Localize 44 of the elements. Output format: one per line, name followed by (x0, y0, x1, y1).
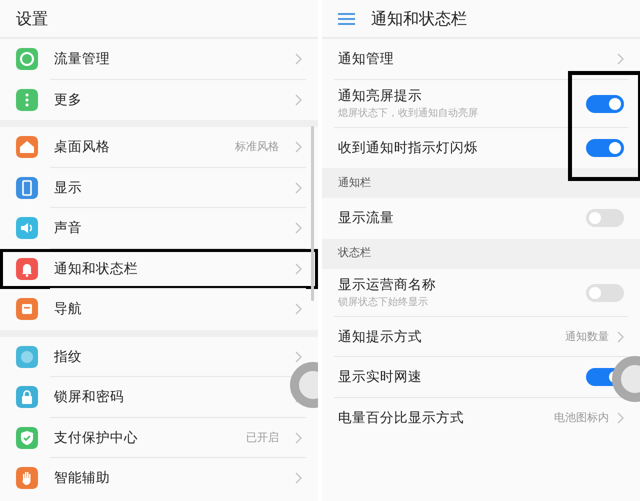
setting-row[interactable]: 收到通知时指示灯闪烁 (322, 128, 640, 168)
chevron-icon (295, 472, 302, 484)
chevron-icon (617, 330, 624, 343)
chevron-icon (295, 262, 302, 275)
chevron-icon (295, 182, 302, 194)
setting-row[interactable]: 通知亮屏提示 熄屏状态下，收到通知自动亮屏 (322, 80, 640, 128)
settings-item[interactable]: 声音 (0, 208, 318, 248)
chevron-icon (295, 432, 302, 444)
menu-icon[interactable] (338, 12, 355, 24)
row-subtitle: 锁屏状态下始终显示 (338, 296, 429, 310)
row-value: 电池图标内 (554, 410, 609, 426)
setting-row[interactable]: 显示流量 (322, 198, 640, 238)
chevron-icon (617, 53, 624, 66)
chevron-icon (295, 141, 302, 154)
settings-item[interactable]: 流量管理 (0, 39, 318, 80)
row-subtitle: 熄屏状态下，收到通知自动亮屏 (338, 106, 479, 122)
chevron-icon (295, 303, 302, 316)
settings-item[interactable]: 智能辅助 (0, 458, 318, 498)
setting-row[interactable]: 通知管理 (322, 39, 640, 80)
screen-title: 设置 (16, 8, 48, 30)
settings-item[interactable]: 显示 (0, 168, 318, 208)
chevron-icon (617, 412, 624, 424)
settings-item[interactable]: 桌面风格 标准风格 (0, 127, 318, 168)
item-value: 已开启 (246, 430, 279, 446)
toggle-switch[interactable] (586, 94, 624, 112)
settings-item[interactable]: 支付保护中心 已开启 (0, 418, 318, 458)
settings-item[interactable]: 更多 (0, 80, 318, 120)
toggle-switch[interactable] (586, 209, 624, 228)
section-header: 状态栏 (338, 245, 371, 262)
section-header: 通知栏 (338, 174, 371, 191)
toggle-switch[interactable] (586, 284, 624, 302)
settings-item[interactable]: 通知和状态栏 (0, 248, 318, 289)
setting-row[interactable]: 显示运营商名称 锁屏状态下始终显示 (322, 268, 640, 316)
toggle-switch[interactable] (586, 138, 624, 157)
chevron-icon (295, 53, 302, 66)
screen-title: 通知和状态栏 (371, 8, 467, 30)
row-value: 通知数量 (565, 328, 609, 344)
setting-row[interactable]: 电量百分比显示方式 电池图标内 (322, 398, 640, 438)
chevron-icon (295, 94, 302, 106)
chevron-icon (295, 350, 302, 363)
chevron-icon (295, 222, 302, 234)
item-value: 标准风格 (235, 139, 279, 155)
settings-item[interactable]: 导航 (0, 289, 318, 330)
setting-row[interactable]: 通知提示方式 通知数量 (322, 316, 640, 357)
